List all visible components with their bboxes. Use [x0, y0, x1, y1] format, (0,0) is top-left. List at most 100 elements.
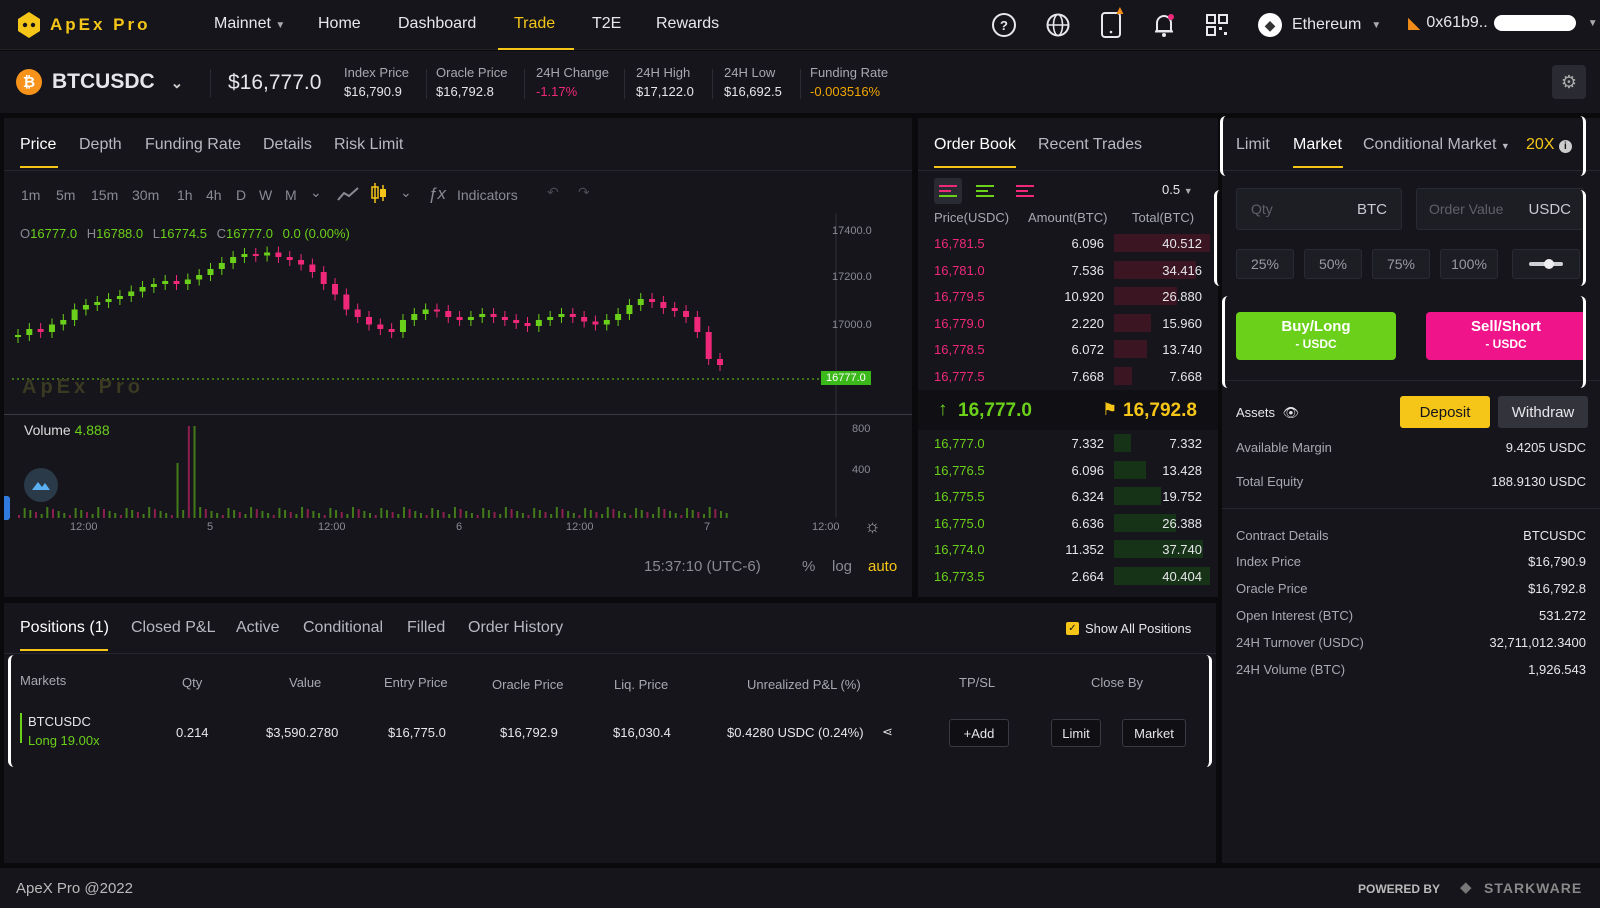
withdraw-button[interactable]: Withdraw	[1498, 396, 1588, 428]
row-price: 16,775.0	[934, 515, 985, 531]
candle	[660, 296, 667, 314]
settings-gear-icon[interactable]: ⚙	[1552, 65, 1586, 99]
copyright: ApeX Pro @2022	[16, 880, 133, 897]
interval-4h[interactable]: 4h	[206, 187, 222, 203]
nav-rewards[interactable]: Rewards	[656, 15, 719, 33]
candle	[399, 314, 406, 338]
brand-logo[interactable]: ApEx Pro	[16, 11, 151, 39]
orderbook-row[interactable]: 16,777.0 7.332 7.332	[918, 430, 1218, 456]
help-icon[interactable]: ?	[992, 13, 1016, 37]
wallet-button[interactable]: ◣ 0x61b9.. ▼	[1408, 13, 1598, 33]
orderbook-row[interactable]: 16,779.5 10.920 26.880	[918, 283, 1218, 309]
candle	[569, 308, 576, 323]
line-chart-icon[interactable]	[337, 186, 359, 207]
interval-1h[interactable]: 1h	[177, 187, 193, 203]
tradingview-icon[interactable]	[24, 468, 58, 502]
tab-price[interactable]: Price	[20, 136, 56, 154]
bell-icon[interactable]	[1152, 12, 1176, 43]
volume-bar	[34, 512, 37, 518]
candle	[366, 311, 372, 331]
qr-code-icon[interactable]	[1205, 13, 1229, 42]
deposit-button[interactable]: Deposit	[1400, 396, 1490, 428]
nav-trade[interactable]: Trade	[514, 15, 555, 33]
interval-30m[interactable]: 30m	[132, 187, 159, 203]
stat-value: -1.17%	[536, 84, 578, 99]
precision-select[interactable]: 0.5 ▼	[1162, 182, 1193, 197]
interval-1m[interactable]: 1m	[21, 187, 40, 203]
volume-bar	[397, 514, 400, 518]
undo-icon[interactable]: ↶	[547, 184, 559, 201]
volume-bar	[725, 513, 728, 518]
tab-order-book[interactable]: Order Book	[934, 136, 1016, 154]
mobile-icon[interactable]: ▲	[1100, 3, 1126, 44]
tab-details[interactable]: Details	[263, 136, 312, 154]
volume-bar	[284, 510, 287, 518]
book-both-icon[interactable]	[934, 178, 962, 204]
book-bids-icon[interactable]	[976, 184, 994, 203]
nav-dashboard[interactable]: Dashboard	[398, 15, 476, 33]
candle	[524, 317, 531, 332]
tab-depth[interactable]: Depth	[79, 136, 122, 154]
row-price: 16,775.5	[934, 489, 985, 505]
kv-key: Available Margin	[1236, 440, 1332, 455]
orderbook-row[interactable]: 16,774.0 11.352 37.740	[918, 536, 1218, 562]
scale-auto[interactable]: auto	[868, 558, 897, 575]
interval-d[interactable]: D	[236, 187, 246, 203]
tab-order-history[interactable]: Order History	[468, 619, 563, 637]
checkbox-checked-icon[interactable]: ✓	[1066, 622, 1079, 635]
volume-bar	[267, 513, 270, 518]
brand-name: ApEx Pro	[50, 15, 151, 34]
volume-bar	[521, 513, 524, 518]
nav-home[interactable]: Home	[318, 15, 361, 33]
redo-icon[interactable]: ↷	[578, 184, 590, 201]
tab-filled[interactable]: Filled	[407, 619, 445, 637]
indicators-button[interactable]: Indicators	[457, 187, 518, 203]
eye-icon[interactable]: 👁	[1283, 405, 1300, 420]
orderbook-row[interactable]: 16,773.5 2.664 40.404	[918, 563, 1218, 589]
show-all-positions-toggle[interactable]: ✓ Show All Positions	[1066, 621, 1191, 636]
chevron-down-icon[interactable]: ⌄	[310, 184, 322, 201]
orderbook-row[interactable]: 16,779.0 2.220 15.960	[918, 310, 1218, 336]
tab-conditional[interactable]: Conditional	[303, 619, 383, 637]
orderbook-row[interactable]: 16,778.5 6.072 13.740	[918, 336, 1218, 362]
nav-t2e[interactable]: T2E	[592, 15, 621, 33]
globe-icon[interactable]	[1045, 12, 1071, 43]
volume-bar	[680, 515, 683, 518]
interval-w[interactable]: W	[259, 187, 272, 203]
orderbook-row[interactable]: 16,781.5 6.096 40.512	[918, 230, 1218, 256]
chain-label: Ethereum	[1292, 16, 1362, 33]
scale-log[interactable]: log	[832, 558, 852, 575]
orderbook-row[interactable]: 16,777.5 7.668 7.668	[918, 363, 1218, 389]
scale-percent[interactable]: %	[802, 558, 815, 575]
orderbook-row[interactable]: 16,775.0 6.636 26.388	[918, 510, 1218, 536]
candle	[581, 311, 588, 328]
tab-closed-pnl[interactable]: Closed P&L	[131, 619, 216, 637]
interval-m[interactable]: M	[285, 187, 297, 203]
interval-5m[interactable]: 5m	[56, 187, 75, 203]
annotation-bracket	[8, 655, 1212, 767]
tab-recent-trades[interactable]: Recent Trades	[1038, 136, 1142, 154]
function-icon[interactable]: ƒx	[428, 184, 446, 204]
side-drawer-handle[interactable]	[4, 496, 10, 520]
orderbook-row[interactable]: 16,776.5 6.096 13.428	[918, 457, 1218, 483]
tab-positions[interactable]: Positions (1)	[20, 619, 109, 637]
volume-tick: 800	[852, 423, 871, 435]
tab-funding-rate[interactable]: Funding Rate	[145, 136, 241, 154]
tab-active[interactable]: Active	[236, 619, 280, 637]
orderbook-row[interactable]: 16,781.0 7.536 34.416	[918, 257, 1218, 283]
network-select[interactable]: Mainnet ▼	[214, 15, 285, 33]
col-total: Total(BTC)	[1132, 210, 1195, 225]
turnover-row: 24H Turnover (USDC) 32,711,012.3400	[1236, 635, 1586, 650]
chart-settings-icon[interactable]: ☼	[864, 516, 881, 537]
chevron-down-icon[interactable]: ⌄	[400, 184, 412, 201]
candlestick-icon[interactable]	[370, 182, 388, 209]
volume-bar	[295, 514, 298, 518]
tab-risk-limit[interactable]: Risk Limit	[334, 136, 403, 154]
volume-bar	[533, 508, 536, 518]
chain-select[interactable]: ◆ Ethereum ▼	[1258, 13, 1381, 37]
candle	[196, 269, 203, 286]
book-asks-icon[interactable]	[1016, 184, 1034, 203]
symbol-select[interactable]: BTCUSDC ⌄	[52, 70, 183, 94]
orderbook-row[interactable]: 16,775.5 6.324 19.752	[918, 483, 1218, 509]
interval-15m[interactable]: 15m	[91, 187, 118, 203]
